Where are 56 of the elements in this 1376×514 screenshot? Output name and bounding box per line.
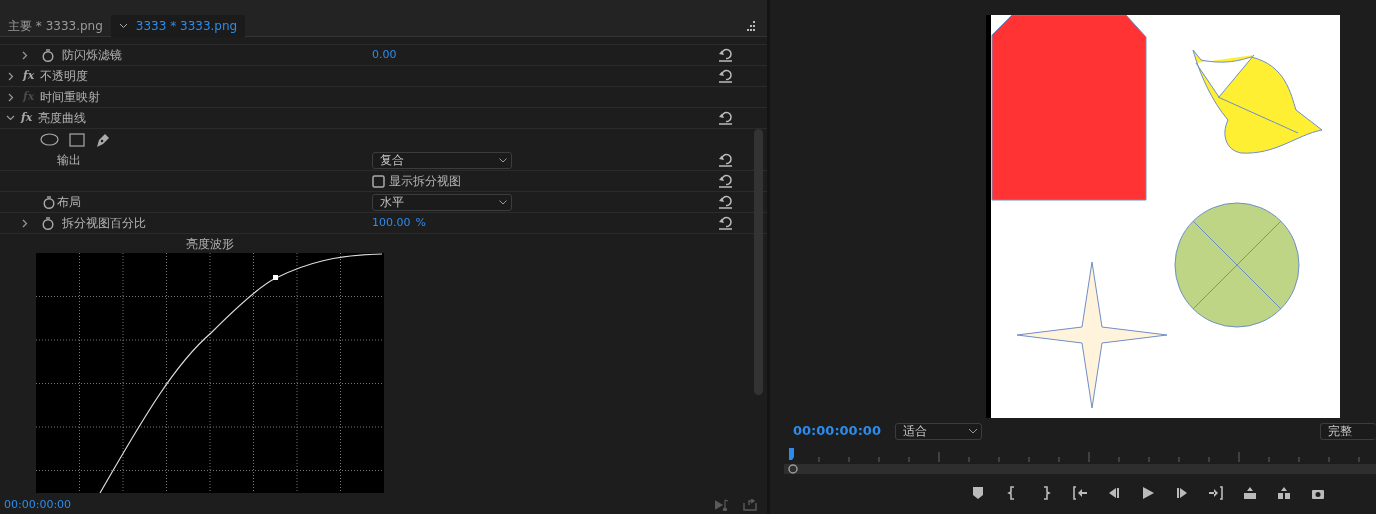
chevron-right-icon[interactable]: [8, 92, 14, 102]
property-label: 拆分视图百分比: [62, 215, 146, 232]
step-forward-icon[interactable]: [1175, 486, 1189, 500]
stopwatch-icon[interactable]: [43, 195, 55, 209]
go-to-out-icon[interactable]: [1209, 486, 1223, 500]
stopwatch-icon[interactable]: [42, 216, 54, 230]
extract-icon[interactable]: [1277, 486, 1291, 500]
timecode: 00:00:00:00: [4, 496, 72, 513]
play-icon[interactable]: [1141, 486, 1155, 500]
panel-grip-icon[interactable]: [747, 20, 755, 31]
reset-icon[interactable]: [718, 69, 733, 83]
zoom-dropdown[interactable]: 适合: [895, 422, 982, 440]
chevron-down-icon: [118, 22, 128, 29]
caret-icon: [499, 157, 507, 163]
timecode: 00:00:00:00: [793, 422, 882, 441]
chevron-down-icon[interactable]: [6, 115, 15, 121]
step-back-icon[interactable]: [1107, 486, 1121, 500]
chevron-right-icon[interactable]: [22, 218, 28, 228]
reset-icon[interactable]: [718, 195, 733, 209]
resolution-dropdown[interactable]: 完整: [1320, 422, 1376, 440]
caret-icon: [499, 199, 507, 205]
dropdown[interactable]: 复合: [372, 151, 512, 169]
effect-name: 不透明度: [40, 68, 89, 85]
rectangle-mask-icon[interactable]: [69, 132, 85, 147]
property-value[interactable]: 0.00: [372, 46, 397, 64]
caret-icon: [969, 428, 977, 434]
pen-icon[interactable]: [95, 131, 111, 148]
effect-name: 时间重映射: [40, 89, 101, 106]
reset-icon[interactable]: [718, 174, 733, 188]
fx-toggle[interactable]: fx: [21, 109, 33, 127]
panel-tab[interactable]: 3333 * 3333.png: [110, 14, 246, 37]
go-to-in-icon[interactable]: [1073, 486, 1087, 500]
property-label: 布局: [57, 194, 81, 211]
reset-icon[interactable]: [718, 216, 733, 230]
fx-toggle[interactable]: fx: [23, 67, 35, 85]
reset-icon[interactable]: [718, 111, 733, 125]
export-icon[interactable]: [743, 499, 757, 511]
ellipse-mask-icon[interactable]: [40, 133, 59, 146]
property-label: 输出: [57, 152, 81, 169]
dropdown[interactable]: 水平: [372, 193, 512, 211]
lift-icon[interactable]: [1243, 486, 1257, 500]
property-value[interactable]: 100.00: [372, 214, 411, 232]
play-audio-icon[interactable]: [715, 499, 731, 511]
stopwatch-icon[interactable]: [42, 48, 54, 62]
reset-icon[interactable]: [718, 48, 733, 62]
chevron-right-icon[interactable]: [8, 71, 14, 81]
panel-tab[interactable]: 主要 * 3333.png: [0, 14, 111, 37]
add-marker-icon[interactable]: [971, 486, 985, 500]
checkbox[interactable]: 显示拆分视图: [372, 172, 461, 190]
zoom-handle-icon[interactable]: [788, 464, 798, 474]
unit-label: %: [415, 214, 426, 231]
property-label: 防闪烁滤镜: [62, 47, 122, 64]
waveform-title: 亮度波形: [185, 236, 235, 253]
reset-icon[interactable]: [718, 153, 733, 167]
chevron-right-icon[interactable]: [22, 50, 28, 60]
effect-name: 亮度曲线: [38, 110, 87, 127]
